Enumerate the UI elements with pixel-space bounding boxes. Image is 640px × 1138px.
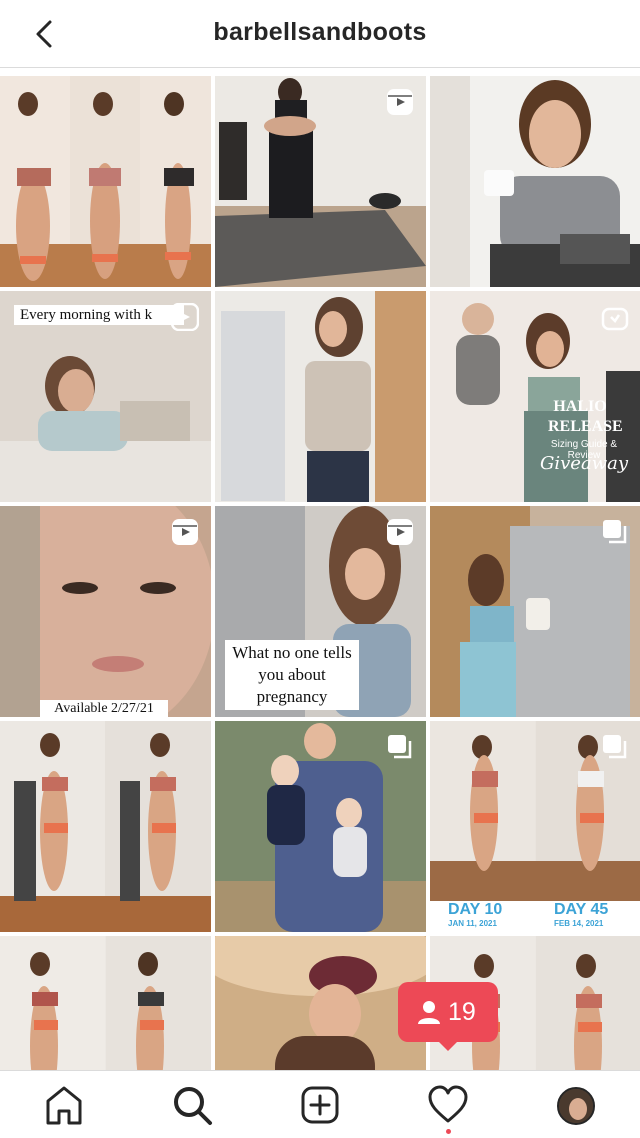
post-tile[interactable] xyxy=(215,76,426,287)
post-tile[interactable]: DAY 10 JAN 11, 2021 DAY 45 FEB 14, 2021 xyxy=(430,721,640,932)
progress-date-start: JAN 11, 2021 xyxy=(448,919,497,928)
activity-heart-icon xyxy=(428,1085,468,1123)
activity-indicator-dot xyxy=(446,1129,451,1134)
post-tile[interactable] xyxy=(0,936,211,1070)
post-caption-overlay-script: Giveaway xyxy=(540,453,628,474)
post-tile[interactable] xyxy=(0,76,211,287)
post-caption-overlay: Available 2/27/21 xyxy=(40,700,168,717)
post-tile[interactable] xyxy=(430,506,640,717)
posts-grid: Every morning with k HALIO RELEASE Sizin… xyxy=(0,76,640,1070)
reel-icon xyxy=(387,89,413,115)
post-tile[interactable]: What no one tells you about pregnancy xyxy=(215,506,426,717)
post-thumbnail xyxy=(215,291,426,502)
post-thumbnail xyxy=(0,721,211,932)
post-thumbnail xyxy=(0,76,211,287)
post-tile[interactable] xyxy=(215,936,426,1070)
nav-new-post[interactable] xyxy=(298,1083,342,1127)
igtv-icon xyxy=(601,307,629,331)
post-caption-overlay: What no one tells you about pregnancy xyxy=(225,640,359,710)
reel-icon xyxy=(172,519,198,545)
nav-home[interactable] xyxy=(42,1083,86,1127)
post-caption-overlay: HALIO RELEASE xyxy=(548,398,623,435)
person-icon xyxy=(418,1001,440,1024)
progress-label-start: DAY 10 xyxy=(448,901,503,918)
carousel-icon xyxy=(388,735,412,759)
post-tile[interactable] xyxy=(215,721,426,932)
top-bar: barbellsandboots xyxy=(0,0,640,68)
profile-username: barbellsandboots xyxy=(213,18,427,46)
search-icon xyxy=(174,1087,212,1125)
post-tile[interactable]: HALIO RELEASE Sizing Guide & Review Give… xyxy=(430,291,640,502)
nav-activity[interactable] xyxy=(426,1083,470,1134)
post-thumbnail xyxy=(430,76,640,287)
notification-count: 19 xyxy=(448,998,476,1026)
post-tile[interactable]: Every morning with k xyxy=(0,291,211,502)
follower-notification[interactable]: 19 xyxy=(398,982,498,1051)
post-tile[interactable]: Available 2/27/21 xyxy=(0,506,211,717)
reel-icon xyxy=(387,519,413,545)
post-thumbnail xyxy=(215,936,426,1070)
profile-avatar[interactable] xyxy=(557,1087,595,1125)
post-tile[interactable] xyxy=(215,291,426,502)
progress-label-end: DAY 45 xyxy=(554,901,609,918)
progress-date-end: FEB 14, 2021 xyxy=(554,919,604,928)
post-thumbnail xyxy=(0,936,211,1070)
post-tile[interactable] xyxy=(0,721,211,932)
carousel-icon xyxy=(603,735,627,759)
carousel-icon xyxy=(603,520,627,544)
post-tile[interactable] xyxy=(430,76,640,287)
bottom-nav xyxy=(0,1070,640,1138)
new-post-icon xyxy=(301,1086,339,1124)
post-caption-overlay: Every morning with k xyxy=(14,305,184,325)
reel-icon xyxy=(171,303,199,331)
nav-search[interactable] xyxy=(170,1083,214,1127)
avatar-image xyxy=(559,1089,593,1123)
home-icon xyxy=(46,1086,82,1125)
